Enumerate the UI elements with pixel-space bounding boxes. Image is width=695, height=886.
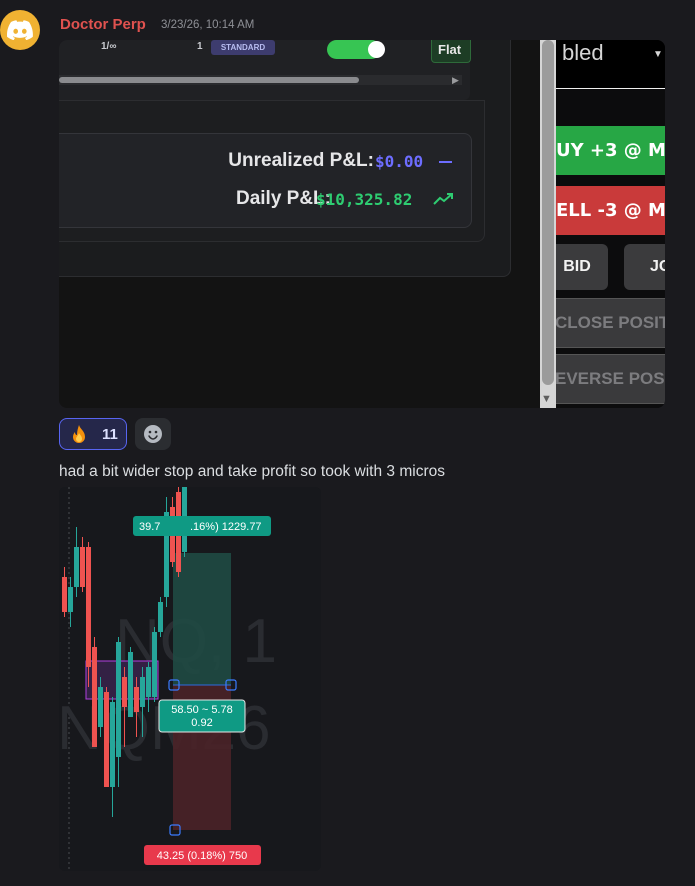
avatar[interactable] bbox=[0, 10, 40, 50]
daily-pnl-value: $10,325.82 bbox=[316, 190, 413, 209]
reaction-fire[interactable]: 11 bbox=[59, 418, 127, 450]
candle-body bbox=[158, 602, 163, 632]
target-label-right: .16%) 1229.77 bbox=[190, 521, 262, 533]
candle-body bbox=[68, 587, 73, 612]
buy-market-button[interactable]: UY +3 @ MAR bbox=[556, 126, 665, 175]
chevron-down-icon: ▼ bbox=[653, 49, 663, 60]
stop-label: 43.25 (0.18%) 750 bbox=[157, 850, 248, 862]
candle-body bbox=[74, 547, 79, 587]
profit-zone bbox=[173, 553, 231, 685]
smiley-icon bbox=[144, 425, 162, 443]
scroll-right-icon[interactable]: ▶ bbox=[452, 75, 459, 86]
candle-body bbox=[80, 547, 85, 587]
panel-top-row: 1/∞ 1 STANDARD Flat ▶ bbox=[59, 40, 471, 100]
order-panel: bled ▼ UY +3 @ MAR ELL -3 @ MAR BID JO C… bbox=[556, 40, 665, 408]
attachment-image-trading-panel[interactable]: 1/∞ 1 STANDARD Flat ▶ Unrealized P&L: $0… bbox=[59, 40, 665, 408]
add-reaction-button[interactable] bbox=[135, 418, 171, 450]
ratio-value: 1/∞ bbox=[101, 41, 117, 52]
username[interactable]: Doctor Perp bbox=[60, 16, 146, 33]
center-label-line1: 58.50 ~ 5.78 bbox=[171, 704, 232, 716]
candle-body bbox=[110, 702, 115, 787]
count-value: 1 bbox=[197, 41, 203, 52]
unrealized-pnl-value: $0.00 bbox=[375, 152, 424, 171]
target-label-left: 39.7 bbox=[139, 521, 160, 533]
candle-body bbox=[152, 632, 157, 697]
vertical-scrollbar-thumb[interactable] bbox=[542, 40, 554, 385]
candle-body bbox=[128, 652, 133, 717]
reaction-count: 11 bbox=[102, 426, 118, 443]
unrealized-pnl-label: Unrealized P&L: bbox=[228, 150, 374, 171]
candle-body bbox=[122, 677, 127, 707]
bid-button[interactable]: BID bbox=[556, 244, 608, 290]
candle-body bbox=[104, 692, 109, 787]
candle-body bbox=[86, 547, 91, 667]
candle-body bbox=[140, 677, 145, 707]
candlestick-chart: NQ, 1 NQM26 39.7 .16%) 1229.77 58.50 ~ 5… bbox=[59, 487, 321, 871]
center-label-line2: 0.92 bbox=[191, 717, 212, 729]
trending-up-icon bbox=[433, 193, 453, 205]
flatten-button[interactable]: Flat bbox=[431, 40, 471, 63]
candle-body bbox=[146, 667, 151, 697]
candle-body bbox=[92, 647, 97, 747]
select-value: bled bbox=[562, 40, 604, 65]
reverse-position-button[interactable]: EVERSE POSIT bbox=[556, 354, 665, 404]
candle-body bbox=[62, 577, 67, 612]
pnl-card: Unrealized P&L: $0.00 Daily P&L: $10,325… bbox=[59, 133, 472, 228]
scrollbar-thumb[interactable] bbox=[59, 77, 359, 83]
toggle-knob bbox=[368, 41, 385, 58]
mode-badge: STANDARD bbox=[211, 40, 275, 55]
attachment-image-chart[interactable]: NQ, 1 NQM26 39.7 .16%) 1229.77 58.50 ~ 5… bbox=[59, 487, 321, 871]
discord-icon bbox=[7, 20, 33, 40]
message-content: had a bit wider stop and take profit so … bbox=[59, 463, 445, 480]
sell-market-button[interactable]: ELL -3 @ MAR bbox=[556, 186, 665, 235]
dash-icon bbox=[439, 161, 452, 163]
message-timestamp: 3/23/26, 10:14 AM bbox=[161, 19, 255, 31]
close-position-button[interactable]: CLOSE POSITI bbox=[556, 298, 665, 348]
candle-body bbox=[116, 642, 121, 757]
candle-body bbox=[134, 687, 139, 712]
join-button[interactable]: JO bbox=[624, 244, 665, 290]
scroll-down-icon[interactable]: ▼ bbox=[541, 393, 552, 405]
fire-icon bbox=[73, 425, 85, 443]
order-type-select[interactable]: bled ▼ bbox=[556, 40, 665, 89]
candle-body bbox=[98, 687, 103, 727]
